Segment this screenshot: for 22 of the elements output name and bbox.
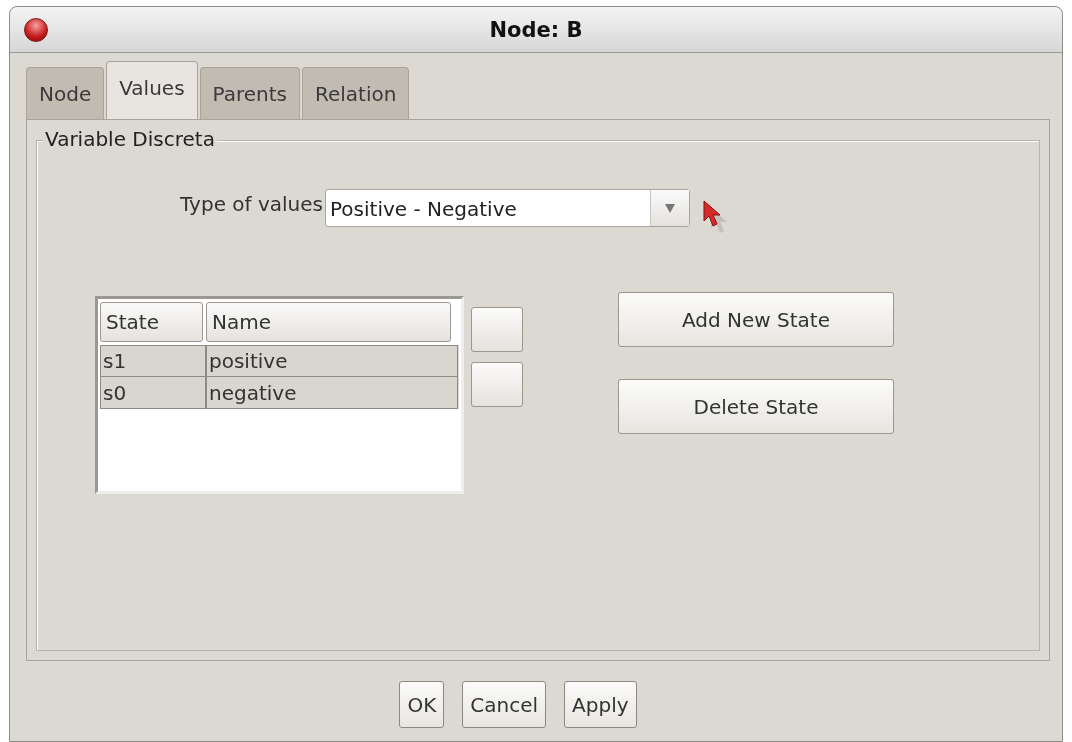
- close-button[interactable]: [24, 17, 48, 42]
- type-dropdown[interactable]: Positive - Negative: [325, 189, 690, 227]
- apply-button[interactable]: Apply: [564, 681, 637, 728]
- add-state-button[interactable]: Add New State: [618, 292, 894, 347]
- move-down-button[interactable]: [471, 362, 523, 407]
- table-cell: s1: [100, 345, 206, 377]
- tab[interactable]: Parents: [199, 67, 300, 119]
- table-cell: s0: [100, 377, 206, 409]
- dropdown-arrow-icon: [665, 203, 675, 213]
- cancel-button[interactable]: Cancel: [462, 681, 547, 728]
- field-label: Type of values: [180, 192, 323, 216]
- column-header[interactable]: State: [100, 302, 203, 342]
- delete-state-button[interactable]: Delete State: [618, 379, 894, 434]
- table-cell: positive: [206, 345, 458, 377]
- tab[interactable]: Values: [106, 61, 198, 119]
- window-title: Node: B: [489, 17, 583, 42]
- column-header[interactable]: Name: [206, 302, 451, 342]
- tab[interactable]: Relation: [302, 67, 410, 119]
- move-up-button[interactable]: [471, 307, 523, 352]
- ok-button[interactable]: OK: [399, 681, 445, 728]
- table-cell: negative: [206, 377, 458, 409]
- tab[interactable]: Node: [26, 67, 105, 119]
